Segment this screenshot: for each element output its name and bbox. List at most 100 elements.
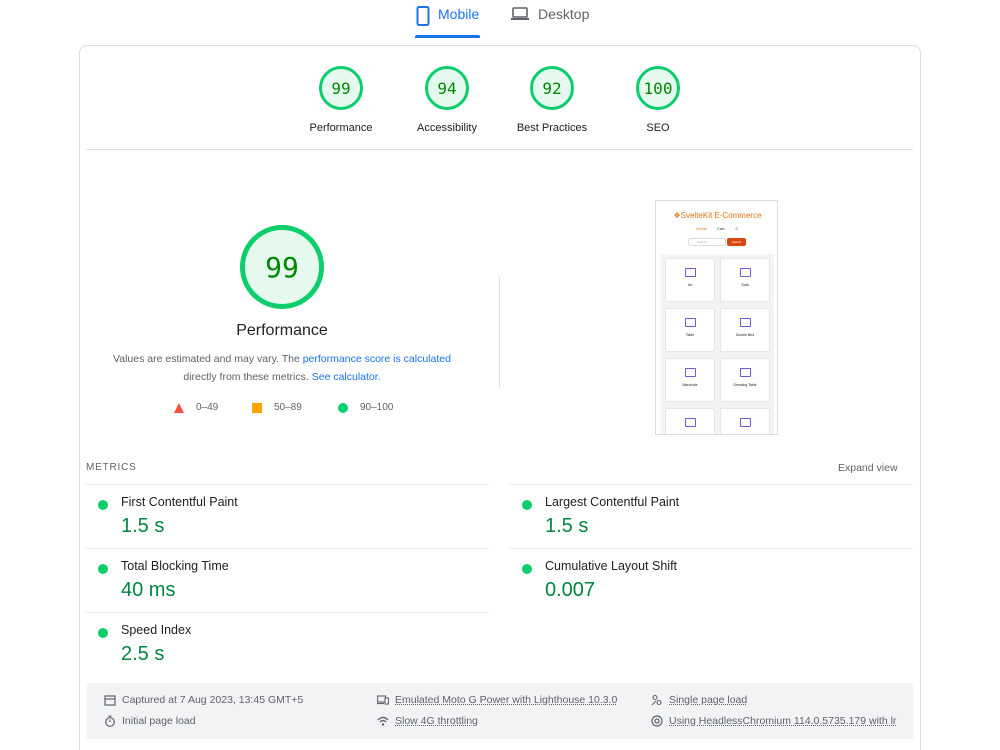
category-icon (684, 268, 696, 277)
see-calculator-link[interactable]: See calculator. (312, 371, 381, 383)
legend-pass-label: 90–100 (360, 402, 394, 413)
score-calculated-link[interactable]: performance score is calculated (303, 353, 451, 365)
desc-text-2: directly from these metrics. (183, 371, 312, 383)
timer-icon (104, 715, 116, 727)
metric-si: Speed Index 2.5 s (98, 623, 478, 667)
thumb-tile: Art (665, 258, 715, 302)
metric-divider (86, 612, 489, 613)
metric-fcp-value: 1.5 s (121, 515, 165, 537)
gauge-performance-score: 99 (319, 66, 363, 110)
throttling-text: Slow 4G throttling (395, 715, 478, 727)
thumb-tile (665, 408, 715, 434)
throttling-info[interactable]: Slow 4G throttling (377, 715, 478, 727)
square-icon (252, 402, 262, 413)
session-info[interactable]: Single page load (651, 694, 747, 706)
thumb-search: Search (688, 238, 726, 246)
active-tab-indicator (415, 35, 480, 38)
thumb-tile (720, 408, 770, 434)
page-load-text: Initial page load (122, 715, 196, 727)
thumb-nav-cart: Cart (717, 226, 725, 231)
logo-icon: ❖ (673, 211, 681, 220)
browser-info[interactable]: Using HeadlessChromium 114.0.5735.179 wi… (651, 715, 896, 727)
runtime-settings (87, 683, 913, 739)
wifi-icon (377, 715, 389, 727)
gauge-performance-label: Performance (309, 122, 373, 134)
metric-tbt-value: 40 ms (121, 579, 176, 601)
category-icon (684, 318, 696, 327)
metric-divider (510, 484, 913, 485)
triangle-icon (174, 402, 184, 413)
circle-icon (338, 402, 348, 413)
gauge-performance[interactable]: 99 Performance (281, 66, 401, 134)
performance-description: Values are estimated and may vary. The p… (102, 350, 462, 386)
chrome-icon (651, 715, 663, 727)
performance-score-gauge: 99 (240, 225, 324, 309)
thumb-tile: Dressing Table (720, 358, 770, 402)
thumb-tile: Table (665, 308, 715, 352)
thumb-tile: Double Bed (720, 308, 770, 352)
gauge-seo-score: 100 (636, 66, 680, 110)
pass-indicator-icon (98, 564, 108, 574)
metrics-heading: METRICS (86, 462, 137, 473)
thumb-tile: Sofa (720, 258, 770, 302)
gauge-seo[interactable]: 100 SEO (598, 66, 718, 134)
metric-lcp: Largest Contentful Paint 1.5 s (522, 495, 902, 539)
gauge-best-practices-label: Best Practices (516, 122, 588, 134)
expand-view-button[interactable]: Expand view (838, 462, 898, 474)
metric-lcp-value: 1.5 s (545, 515, 589, 537)
devices-icon (377, 694, 389, 706)
gauge-best-practices-score: 92 (530, 66, 574, 110)
tab-mobile[interactable]: Mobile (416, 6, 479, 38)
page-load-info: Initial page load (104, 715, 196, 727)
metric-fcp-name: First Contentful Paint (121, 495, 238, 509)
vertical-divider (499, 277, 500, 388)
browser-text: Using HeadlessChromium 114.0.5735.179 wi… (669, 715, 897, 727)
metric-divider (86, 484, 489, 485)
desc-text-1: Values are estimated and may vary. The (113, 353, 303, 365)
calendar-icon (104, 694, 116, 706)
thumb-tile: Wardrobe (665, 358, 715, 402)
category-icon (684, 418, 696, 427)
category-icon (739, 418, 751, 427)
captured-text: Captured at 7 Aug 2023, 13:45 GMT+5 (122, 694, 304, 706)
device-tabs: Mobile Desktop (0, 0, 1000, 40)
metric-cls-name: Cumulative Layout Shift (545, 559, 678, 573)
device-info[interactable]: Emulated Moto G Power with Lighthouse 10… (377, 694, 617, 706)
legend-pass: 90–100 (338, 402, 393, 413)
gauge-seo-label: SEO (646, 122, 670, 134)
laptop-icon (510, 6, 530, 25)
category-icon (684, 368, 696, 377)
captured-info: Captured at 7 Aug 2023, 13:45 GMT+5 (104, 694, 303, 706)
legend-fail: 0–49 (174, 402, 218, 413)
legend-average: 50–89 (252, 402, 302, 413)
legend-average-label: 50–89 (274, 402, 302, 413)
metric-tbt: Total Blocking Time 40 ms (98, 559, 478, 603)
metric-cls: Cumulative Layout Shift 0.007 (522, 559, 902, 603)
performance-title: Performance (236, 322, 328, 339)
user-icon: ☺ (734, 226, 739, 231)
category-icon (739, 368, 751, 377)
pass-indicator-icon (98, 500, 108, 510)
thumb-nav-home: Home (696, 226, 707, 231)
thumb-grid: Art Sofa Table Double Bed Wardrobe Dress… (661, 254, 774, 434)
smartphone-icon (416, 6, 430, 29)
pass-indicator-icon (98, 628, 108, 638)
metric-divider (510, 548, 913, 549)
metric-si-name: Speed Index (121, 623, 192, 637)
thumb-search-button: Search (727, 238, 746, 246)
metric-cls-value: 0.007 (545, 579, 596, 601)
legend-fail-label: 0–49 (196, 402, 219, 413)
category-icon (739, 318, 751, 327)
gauges-divider (86, 149, 913, 150)
device-text: Emulated Moto G Power with Lighthouse 10… (395, 694, 618, 706)
category-icon (739, 268, 751, 277)
gauge-best-practices[interactable]: 92 Best Practices (492, 66, 612, 134)
gauge-accessibility[interactable]: 94 Accessibility (387, 66, 507, 134)
metric-lcp-name: Largest Contentful Paint (545, 495, 680, 509)
pass-indicator-icon (522, 564, 532, 574)
tab-desktop[interactable]: Desktop (510, 6, 589, 38)
metric-si-value: 2.5 s (121, 643, 165, 665)
metric-tbt-name: Total Blocking Time (121, 559, 229, 573)
metric-divider (86, 548, 489, 549)
gauge-accessibility-label: Accessibility (417, 122, 477, 134)
